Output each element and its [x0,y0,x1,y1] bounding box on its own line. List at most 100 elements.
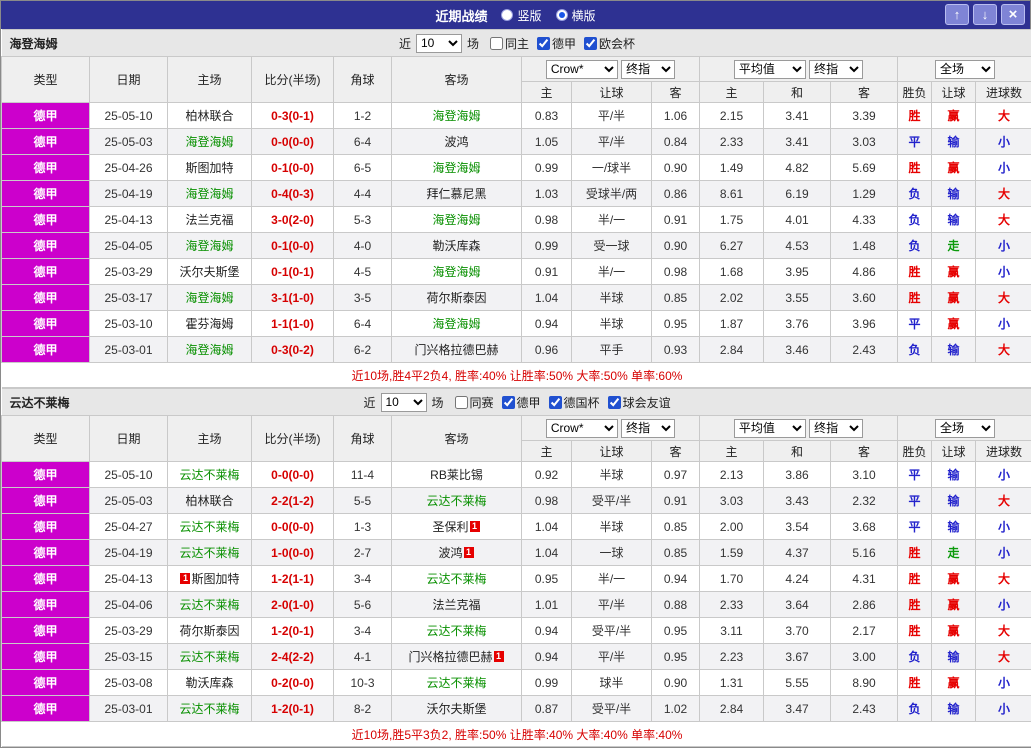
result-goals: 大 [976,618,1031,644]
team-name: 海登海姆 [432,265,480,279]
average-odds-select[interactable]: 平均值 [734,60,806,79]
team-name: 霍芬海姆 [185,317,233,331]
col-header-corners: 角球 [334,416,392,462]
avg-home-odds: 1.87 [700,311,764,337]
crown-away-odds: 0.90 [652,670,700,696]
filter-checkbox[interactable] [608,396,621,409]
score-cell: 0-3(0-1) [252,103,334,129]
fullmatch-select[interactable]: 全场 [935,60,995,79]
col-header-handicap-result: 让球 [932,441,976,462]
average-odds-select[interactable]: 平均值 [734,419,806,438]
average-final-index-select[interactable]: 终指 [809,60,863,79]
crown-bookmaker-select[interactable]: Crow* [546,60,618,79]
away-team-cell: 海登海姆 [392,103,522,129]
handicap-line: 一球 [572,540,652,566]
team-name: 海登海姆 [185,135,233,149]
close-button[interactable]: × [1001,4,1025,25]
filter-同主[interactable]: 同主 [490,35,529,52]
col-header-goals: 进球数 [976,82,1031,103]
up-arrow-icon: ↑ [954,7,961,22]
filter-德甲[interactable]: 德甲 [537,35,576,52]
crown-home-odds: 0.91 [522,259,572,285]
team-name: 海登海姆 [185,187,233,201]
filter-checkbox[interactable] [502,396,515,409]
recent-results-window: 近期战绩 竖版 横版 ↑ ↓ × [0,0,1031,748]
avg-home-odds: 2.84 [700,696,764,722]
match-row: 德甲25-04-26斯图加特0-1(0-0)6-5海登海姆0.99一/球半0.9… [2,155,1031,181]
corners-cell: 1-3 [334,514,392,540]
avg-home-odds: 1.31 [700,670,764,696]
corners-cell: 3-5 [334,285,392,311]
away-team-cell: 云达不莱梅 [392,488,522,514]
col-header-wdl: 胜负 [898,441,932,462]
crown-away-odds: 1.06 [652,103,700,129]
home-team-cell: 法兰克福 [168,207,252,233]
team-name: 云达不莱梅 [426,572,486,586]
league-cell: 德甲 [2,233,90,259]
result-wdl: 负 [898,233,932,259]
home-team-cell: 柏林联合 [168,103,252,129]
average-final-index-select[interactable]: 终指 [809,419,863,438]
filter-checkbox[interactable] [584,37,597,50]
radio-horizontal-layout[interactable]: 横版 [556,7,596,24]
recent-count-select[interactable]: 10 [416,34,462,53]
result-handicap: 赢 [932,618,976,644]
result-goals: 小 [976,696,1031,722]
filter-checkbox[interactable] [490,37,503,50]
fullmatch-group-header: 全场 [898,57,1031,82]
scroll-down-button[interactable]: ↓ [973,4,997,25]
fullmatch-select[interactable]: 全场 [935,419,995,438]
league-cell: 德甲 [2,285,90,311]
radio-horizontal-icon[interactable] [556,9,568,21]
result-handicap: 输 [932,462,976,488]
col-header-avg-draw: 和 [764,441,831,462]
matches-label: 场 [467,35,479,52]
result-goals: 小 [976,129,1031,155]
scroll-up-button[interactable]: ↑ [945,4,969,25]
result-goals: 小 [976,259,1031,285]
away-team-cell: 沃尔夫斯堡 [392,696,522,722]
team-name: 斯图加特 [191,572,239,586]
filter-checkbox[interactable] [549,396,562,409]
recent-count-select[interactable]: 10 [381,393,427,412]
crown-home-odds: 0.94 [522,311,572,337]
corners-cell: 4-5 [334,259,392,285]
filter-德甲[interactable]: 德甲 [502,394,541,411]
radio-vertical-layout[interactable]: 竖版 [501,7,541,24]
date-cell: 25-04-27 [90,514,168,540]
filter-欧会杯[interactable]: 欧会杯 [584,35,635,52]
result-wdl: 胜 [898,566,932,592]
avg-home-odds: 1.49 [700,155,764,181]
section-header-row: 海登海姆 近 10 场 同主德甲欧会杯 [2,30,1031,57]
crown-away-odds: 0.91 [652,207,700,233]
handicap-line: 半球 [572,514,652,540]
filter-checkbox[interactable] [537,37,550,50]
date-cell: 25-04-19 [90,540,168,566]
date-cell: 25-03-17 [90,285,168,311]
crown-odds-group-header: Crow* 终指 [522,416,700,441]
crown-home-odds: 0.98 [522,207,572,233]
team-name: 勒沃库森 [432,239,480,253]
score-cell: 0-3(0-2) [252,337,334,363]
red-card-badge: 1 [470,521,480,532]
filter-球会友谊[interactable]: 球会友谊 [608,394,671,411]
col-header-handicap-result: 让球 [932,82,976,103]
score-cell: 1-0(0-0) [252,540,334,566]
filter-同赛[interactable]: 同赛 [455,394,494,411]
col-header-type: 类型 [2,416,90,462]
home-team-cell: 海登海姆 [168,285,252,311]
radio-vertical-icon[interactable] [501,9,513,21]
filter-德国杯[interactable]: 德国杯 [549,394,600,411]
avg-home-odds: 2.33 [700,592,764,618]
league-cell: 德甲 [2,311,90,337]
match-row: 德甲25-03-17海登海姆3-1(1-0)3-5荷尔斯泰因1.04半球0.85… [2,285,1031,311]
result-goals: 大 [976,644,1031,670]
result-wdl: 胜 [898,259,932,285]
crown-final-index-select[interactable]: 终指 [621,419,675,438]
crown-final-index-select[interactable]: 终指 [621,60,675,79]
result-wdl: 胜 [898,540,932,566]
date-cell: 25-04-19 [90,181,168,207]
filter-checkbox[interactable] [455,396,468,409]
crown-bookmaker-select[interactable]: Crow* [546,419,618,438]
avg-draw-odds: 6.19 [764,181,831,207]
